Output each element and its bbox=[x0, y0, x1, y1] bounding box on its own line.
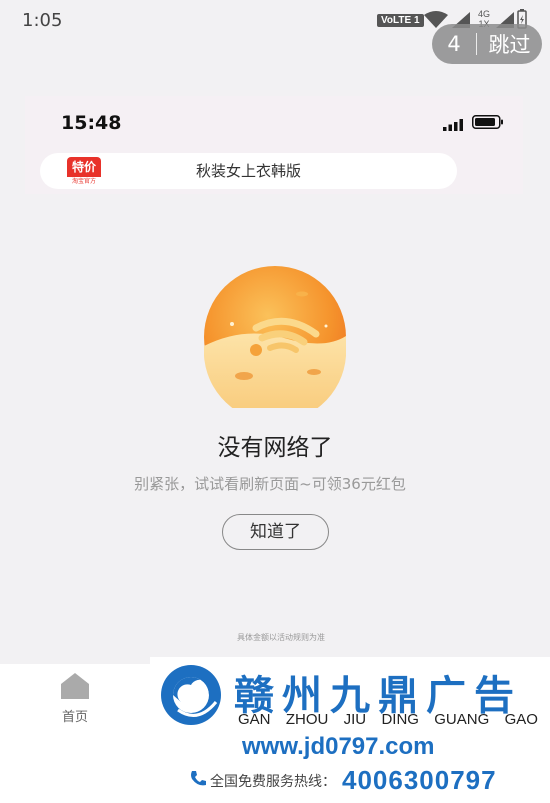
no-network-subtitle: 别紧张，试试看刷新页面~可领36元红包 bbox=[134, 475, 406, 493]
inner-battery-icon bbox=[472, 114, 504, 133]
ad-pinyin-word: DING bbox=[381, 711, 419, 728]
ad-logo-icon bbox=[158, 662, 224, 732]
ad-pinyin-word: GAO bbox=[504, 711, 538, 728]
skip-countdown: 4 bbox=[447, 32, 461, 56]
skip-label: 跳过 bbox=[488, 33, 531, 57]
home-icon bbox=[61, 673, 89, 699]
no-network-title: 没有网络了 bbox=[217, 435, 333, 461]
volte-badge: VoLTE 1 bbox=[377, 14, 424, 27]
no-network-illustration bbox=[203, 266, 346, 423]
skip-button[interactable]: 4 跳过 bbox=[432, 24, 542, 64]
search-bar[interactable]: 特价 淘宝官方 秋装女上衣韩版 bbox=[40, 153, 457, 189]
ad-hotline-number: 4006300797 bbox=[342, 765, 497, 795]
search-query-text: 秋装女上衣韩版 bbox=[195, 162, 301, 180]
tab-home[interactable]: 首页 bbox=[52, 672, 98, 725]
ad-hotline-label: 全国免费服务热线： bbox=[210, 773, 336, 790]
phone-icon bbox=[188, 769, 208, 793]
ad-hotline: 全国免费服务热线： 4006300797 bbox=[188, 765, 497, 796]
inner-status-time: 15:48 bbox=[61, 112, 122, 134]
ad-pinyin-word: GAN bbox=[238, 711, 271, 728]
ad-pinyin: GAN ZHOU JIU DING GUANG GAO bbox=[238, 711, 538, 728]
ad-pinyin-word: GUANG bbox=[434, 711, 490, 728]
status-time: 1:05 bbox=[22, 10, 63, 31]
got-it-button[interactable]: 知道了 bbox=[222, 514, 329, 550]
ad-watermark: 赣州九鼎广告 GAN ZHOU JIU DING GUANG GAO www.j… bbox=[150, 657, 550, 803]
rules-note: 具体金额以活动规则为准 bbox=[237, 633, 325, 642]
ad-pinyin-word: JIU bbox=[343, 711, 367, 728]
inner-signal-icon bbox=[443, 116, 465, 135]
tab-home-label: 首页 bbox=[61, 710, 88, 725]
ad-url: www.jd0797.com bbox=[242, 733, 435, 760]
ad-pinyin-word: ZHOU bbox=[285, 711, 329, 728]
